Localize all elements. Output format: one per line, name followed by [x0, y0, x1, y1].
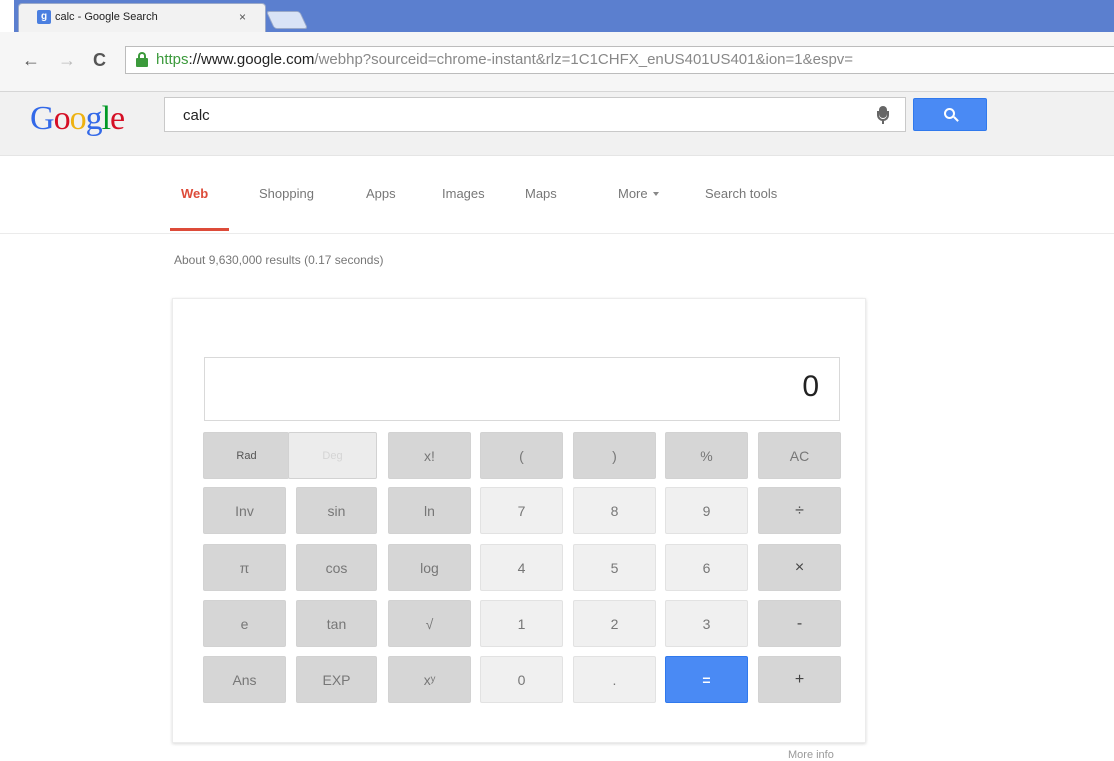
address-bar[interactable]: https://www.google.com/webhp?sourceid=ch… [125, 46, 1114, 74]
digit-3-button[interactable]: 3 [665, 600, 748, 647]
sin-button[interactable]: sin [296, 487, 377, 534]
all-clear-button[interactable]: AC [758, 432, 841, 479]
exp-button[interactable]: EXP [296, 656, 377, 703]
more-info-link[interactable]: More info [788, 749, 834, 761]
tab-close-icon[interactable]: × [239, 10, 246, 24]
digit-8-button[interactable]: 8 [573, 487, 656, 534]
google-header: Google [0, 92, 1114, 156]
active-tab-underline [170, 228, 229, 231]
result-stats: About 9,630,000 results (0.17 seconds) [174, 253, 384, 267]
digit-6-button[interactable]: 6 [665, 544, 748, 591]
browser-tab[interactable]: g calc - Google Search × [18, 3, 266, 32]
calculator-display: 0 [204, 357, 840, 421]
decimal-button[interactable]: . [573, 656, 656, 703]
tabstrip-edge [0, 0, 14, 32]
divide-button[interactable]: ÷ [758, 487, 841, 534]
factorial-button[interactable]: x! [388, 432, 471, 479]
deg-mode-button[interactable]: Deg [288, 432, 377, 479]
percent-button[interactable]: % [665, 432, 748, 479]
add-button[interactable]: + [758, 656, 841, 703]
sqrt-button[interactable]: √ [388, 600, 471, 647]
forward-arrow-icon[interactable]: → [58, 50, 76, 71]
digit-1-button[interactable]: 1 [480, 600, 563, 647]
logo-letter: g [85, 100, 103, 137]
digit-7-button[interactable]: 7 [480, 487, 563, 534]
calculator-keypad: Rad Deg x! ( ) % AC Inv sin ln 7 8 9 ÷ π… [203, 432, 841, 707]
search-box[interactable] [164, 97, 906, 132]
digit-4-button[interactable]: 4 [480, 544, 563, 591]
search-button[interactable] [913, 98, 987, 131]
logo-letter: G [30, 100, 55, 137]
google-logo[interactable]: Google [30, 100, 125, 138]
power-button[interactable]: xʸ [388, 656, 471, 703]
close-paren-button[interactable]: ) [573, 432, 656, 479]
tab-apps[interactable]: Apps [366, 186, 396, 201]
browser-tabstrip: g calc - Google Search × [0, 0, 1114, 32]
digit-5-button[interactable]: 5 [573, 544, 656, 591]
logo-letter: e [110, 100, 125, 137]
logo-letter: o [53, 100, 71, 137]
tab-title: calc - Google Search [55, 11, 158, 23]
digit-2-button[interactable]: 2 [573, 600, 656, 647]
cos-button[interactable]: cos [296, 544, 377, 591]
tab-search-tools[interactable]: Search tools [705, 186, 777, 201]
open-paren-button[interactable]: ( [480, 432, 563, 479]
logo-letter: o [69, 100, 87, 137]
pi-button[interactable]: π [203, 544, 286, 591]
browser-toolbar: ← → C https://www.google.com/webhp?sourc… [0, 32, 1114, 92]
google-favicon-icon: g [37, 10, 51, 24]
reload-icon[interactable]: C [93, 50, 106, 71]
subtract-button[interactable]: - [758, 600, 841, 647]
back-arrow-icon[interactable]: ← [22, 50, 40, 71]
lock-icon [136, 52, 148, 67]
multiply-button[interactable]: × [758, 544, 841, 591]
url-path: /webhp?sourceid=chrome-instant&rlz=1C1CH… [314, 51, 854, 68]
tab-more[interactable]: More [618, 186, 659, 201]
digit-0-button[interactable]: 0 [480, 656, 563, 703]
deg-label: Deg [322, 449, 343, 462]
url-protocol: https [156, 51, 189, 68]
microphone-icon[interactable] [877, 106, 889, 124]
search-nav-tabs: Web Shopping Apps Images Maps More Searc… [0, 156, 1114, 234]
log-button[interactable]: log [388, 544, 471, 591]
search-input[interactable] [183, 107, 833, 124]
chevron-down-icon [652, 192, 659, 196]
answer-button[interactable]: Ans [203, 656, 286, 703]
euler-e-button[interactable]: e [203, 600, 286, 647]
new-tab-button[interactable] [265, 11, 309, 29]
display-value: 0 [802, 370, 819, 403]
url-text: https://www.google.com/webhp?sourceid=ch… [156, 51, 853, 68]
tab-web[interactable]: Web [181, 186, 208, 201]
equals-button[interactable]: = [665, 656, 748, 703]
digit-9-button[interactable]: 9 [665, 487, 748, 534]
tab-maps[interactable]: Maps [525, 186, 557, 201]
inverse-button[interactable]: Inv [203, 487, 286, 534]
tab-images[interactable]: Images [442, 186, 485, 201]
logo-letter: l [101, 100, 112, 137]
url-host: ://www.google.com [188, 51, 315, 68]
tab-shopping[interactable]: Shopping [259, 186, 314, 201]
tan-button[interactable]: tan [296, 600, 377, 647]
tab-more-label: More [618, 186, 648, 201]
calculator-card: 0 Rad Deg x! ( ) % AC Inv sin ln 7 8 9 ÷… [172, 298, 866, 743]
ln-button[interactable]: ln [388, 487, 471, 534]
rad-mode-button[interactable]: Rad [203, 432, 289, 479]
